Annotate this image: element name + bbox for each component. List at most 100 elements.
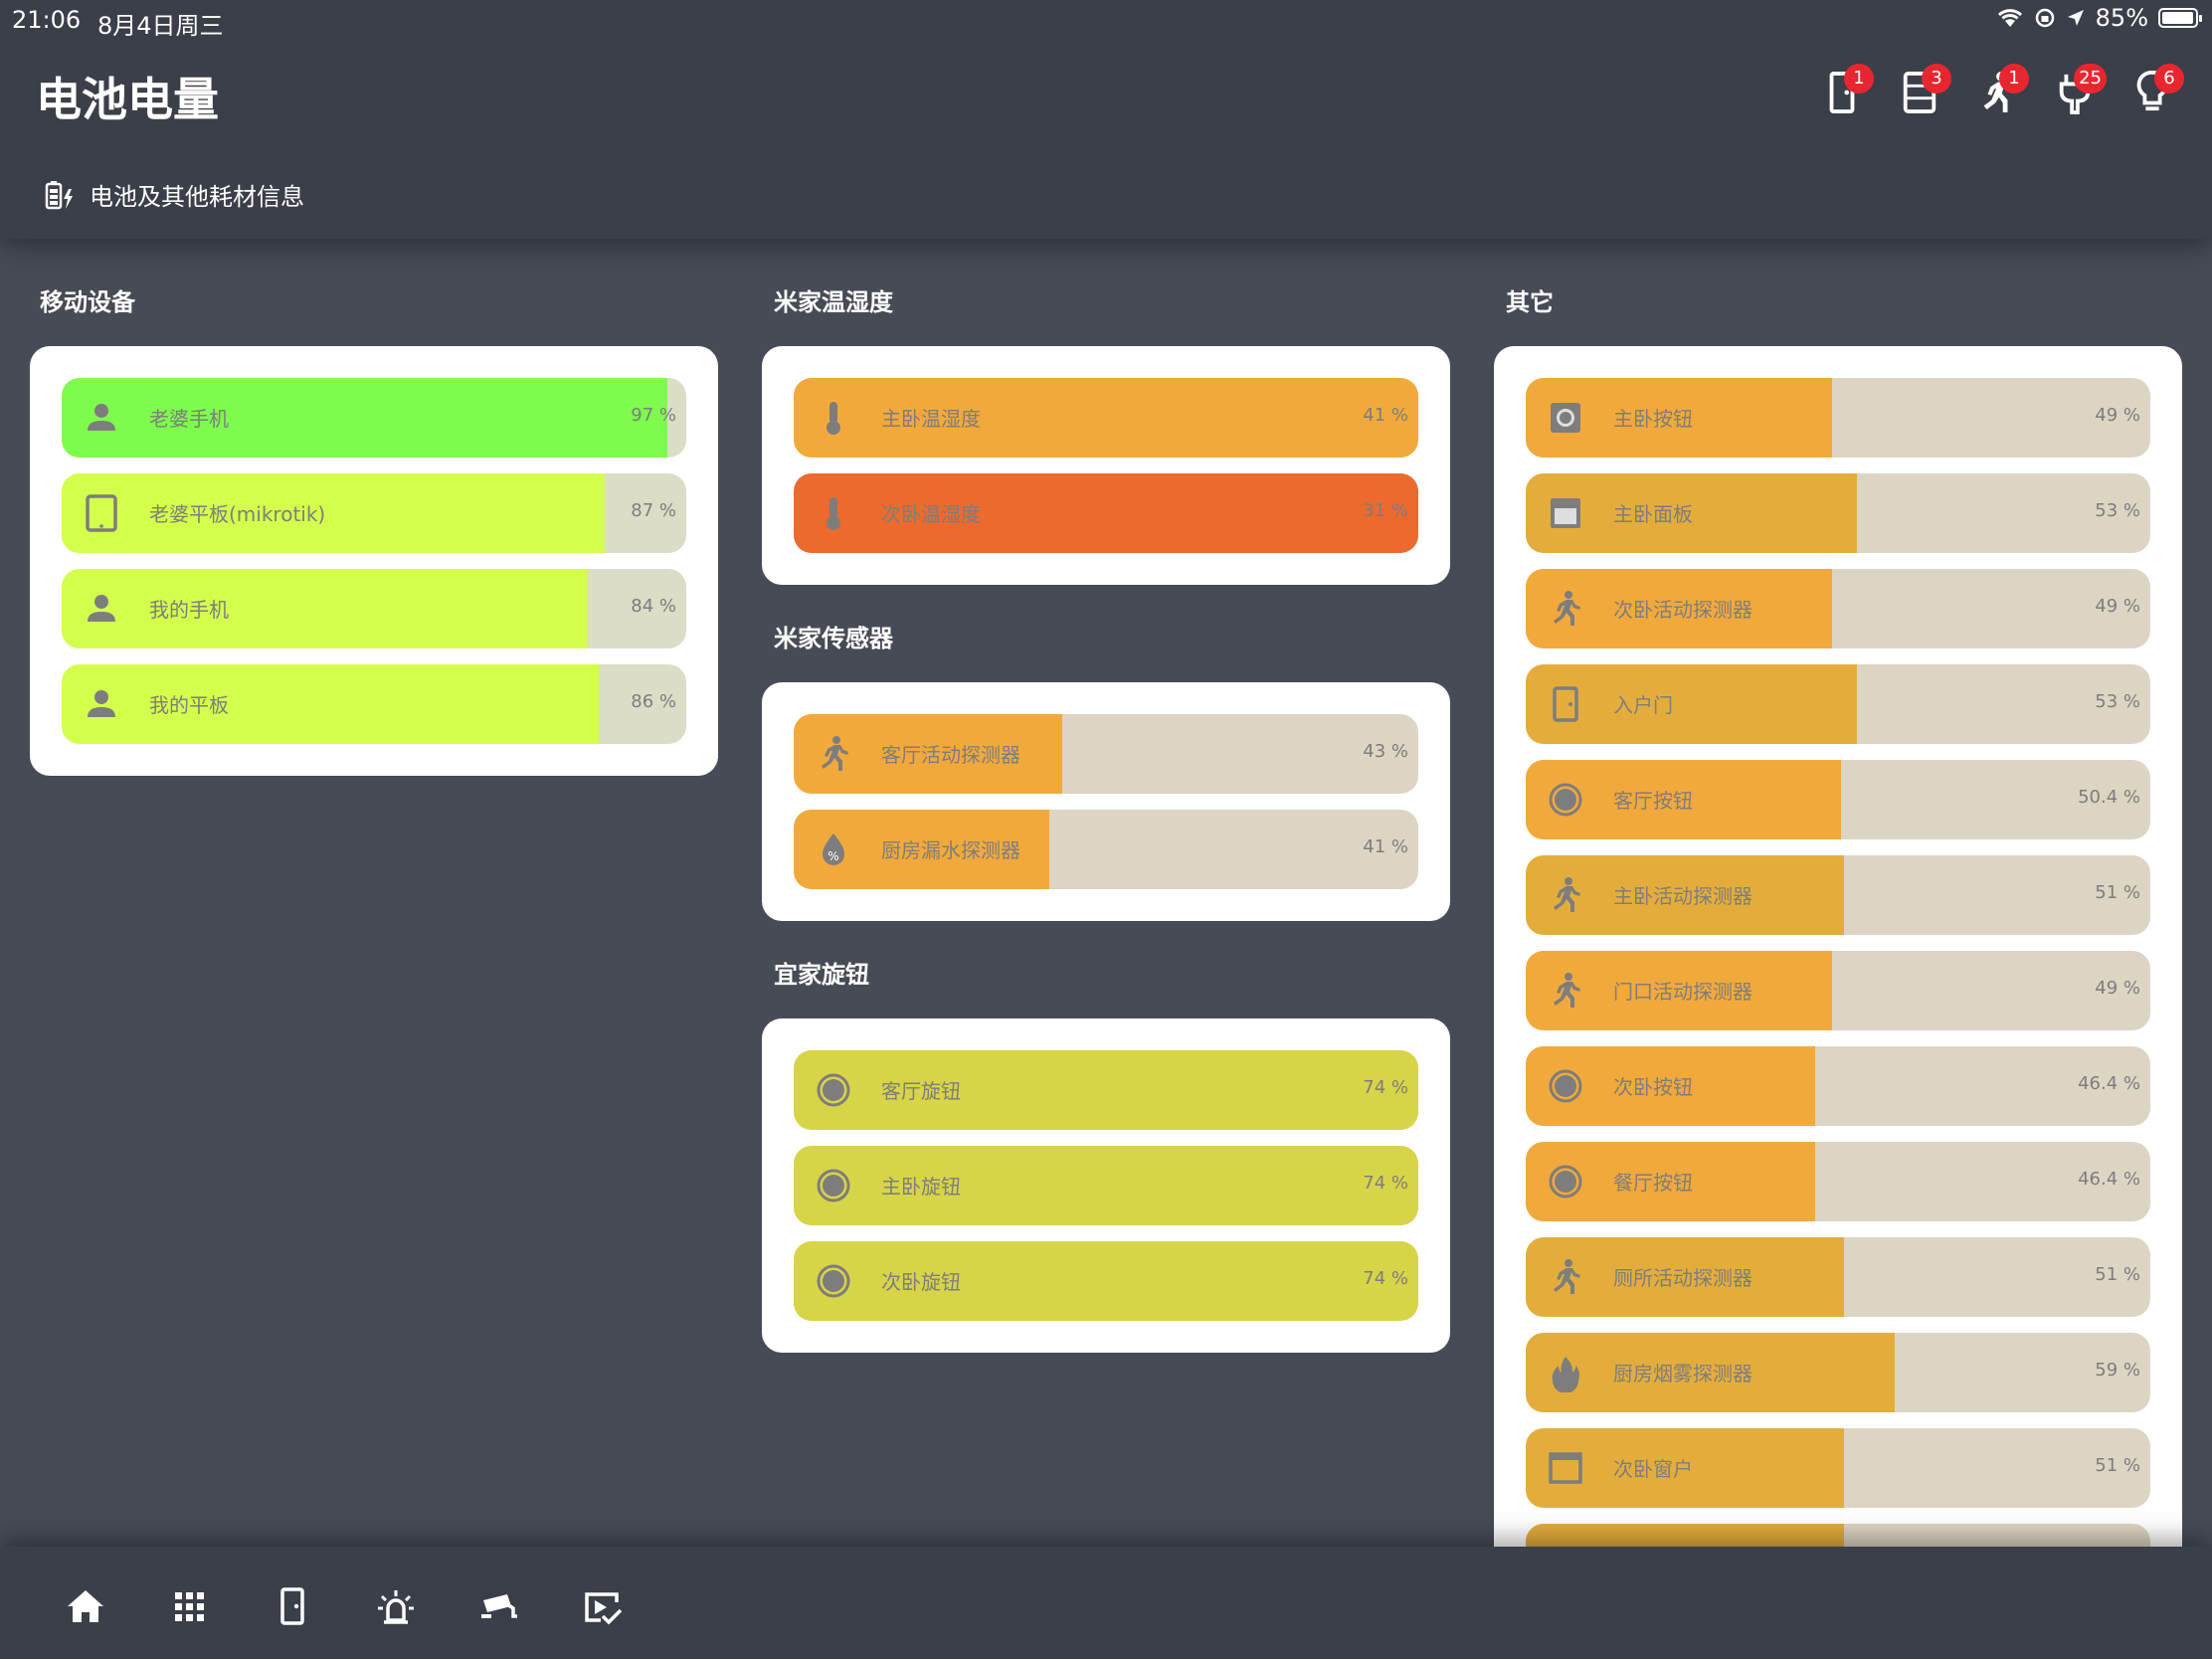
battery-percent-label: 97 % (631, 405, 676, 426)
header-door-sensor-button[interactable]: 1 (1822, 64, 1874, 117)
nav-grid-button[interactable] (167, 1584, 211, 1628)
battery-charging-icon (45, 180, 73, 209)
battery-level-bar (62, 569, 587, 648)
battery-icon (2158, 8, 2202, 28)
device-name: 我的手机 (149, 598, 229, 622)
battery-row[interactable]: 主卧按钮 49 % (1526, 378, 2150, 458)
section-title-yijia-knob: 宜家旋钮 (774, 961, 869, 989)
header-lightbulb-button[interactable]: 6 (2132, 64, 2184, 117)
battery-row[interactable]: 次卧旋钮 74 % (794, 1241, 1418, 1321)
battery-row[interactable]: 老婆手机 97 % (62, 378, 686, 458)
nav-checklist-button[interactable] (581, 1584, 625, 1628)
card-mijia-sensor: 客厅活动探测器 43 % % 厨房漏水探测器 41 % (762, 682, 1450, 921)
battery-percent-label: 87 % (631, 500, 676, 521)
battery-row[interactable]: 客厅按钮 50.4 % (1526, 760, 2150, 839)
knob-icon (814, 1166, 853, 1205)
battery-percent-label: 46.4 % (2078, 1073, 2140, 1094)
device-name: 主卧活动探测器 (1613, 884, 1752, 908)
battery-level-bar (62, 664, 600, 744)
nav-door-sensor-button[interactable] (271, 1584, 314, 1628)
alarm-light-icon (378, 1590, 414, 1624)
page-subtitle: 电池及其他耗材信息 (44, 177, 304, 212)
battery-row[interactable]: 次卧按钮 46.4 % (1526, 1046, 2150, 1126)
fire-icon (1546, 1353, 1585, 1393)
battery-row[interactable]: 我的平板 86 % (62, 664, 686, 744)
nav-home-button[interactable] (64, 1584, 107, 1628)
battery-percent-label: 50.4 % (2078, 787, 2140, 808)
grid-icon (175, 1592, 204, 1621)
battery-row[interactable]: 次卧活动探测器 49 % (1526, 569, 2150, 648)
header-motion-button[interactable]: 1 (1977, 64, 2029, 117)
battery-percent-label: 49 % (2095, 596, 2140, 617)
battery-percent-label: 84 % (631, 596, 676, 617)
device-name: 次卧旋钮 (881, 1270, 961, 1294)
battery-row[interactable]: 主卧活动探测器 51 % (1526, 855, 2150, 935)
battery-row[interactable]: 次卧窗户 51 % (1526, 1428, 2150, 1508)
battery-percent-label: 46.4 % (2078, 1169, 2140, 1190)
battery-percent-label: 49 % (2095, 978, 2140, 999)
notification-badge: 25 (2074, 64, 2107, 93)
device-name: 我的平板 (149, 693, 229, 717)
section-title-other: 其它 (1506, 288, 1554, 316)
device-name: 客厅旋钮 (881, 1079, 961, 1103)
battery-percent-label: 31 % (1363, 500, 1408, 521)
device-name: 次卧温湿度 (881, 502, 981, 526)
motion-icon (1546, 875, 1585, 915)
card-mobile: 老婆手机 97 % 老婆平板(mikrotik) 87 % 我的手机 84 % 我的平板 86… (30, 346, 718, 776)
thermometer-icon (814, 493, 853, 533)
battery-row[interactable]: 餐厅按钮 46.4 % (1526, 1142, 2150, 1221)
cctv-icon (481, 1594, 517, 1618)
round-button-icon (1546, 1066, 1585, 1106)
battery-percent-label: 51 % (2095, 882, 2140, 903)
subtitle-text: 电池及其他耗材信息 (90, 183, 304, 211)
battery-percent-label: 51 % (2095, 1264, 2140, 1285)
battery-percent-label: 74 % (1363, 1268, 1408, 1289)
battery-row[interactable]: % 厨房漏水探测器 41 % (794, 810, 1418, 889)
battery-row[interactable]: 厕所活动探测器 51 % (1526, 1237, 2150, 1317)
card-other: 主卧按钮 49 % 主卧面板 53 % 次卧活动探测器 49 % 入户门 53 % 客厅按钮 50… (1494, 346, 2182, 1603)
wifi-icon (1997, 9, 2022, 27)
motion-icon (1546, 971, 1585, 1011)
battery-level-bar (62, 473, 606, 553)
battery-row[interactable]: 客厅活动探测器 43 % (794, 714, 1418, 794)
bottom-nav-bar (0, 1547, 2212, 1659)
device-name: 次卧按钮 (1613, 1075, 1693, 1099)
nav-alarm-light-button[interactable] (374, 1584, 418, 1628)
device-name: 主卧温湿度 (881, 407, 981, 431)
battery-row[interactable]: 次卧温湿度 31 % (794, 473, 1418, 553)
motion-icon (1546, 589, 1585, 629)
device-name: 餐厅按钮 (1613, 1171, 1693, 1195)
svg-text:%: % (828, 849, 838, 863)
bottom-nav (64, 1584, 625, 1628)
battery-row[interactable]: 主卧面板 53 % (1526, 473, 2150, 553)
nav-cctv-button[interactable] (477, 1584, 521, 1628)
battery-percent-label: 74 % (1363, 1173, 1408, 1194)
motion-icon (1546, 1257, 1585, 1297)
header-panel-button[interactable]: 3 (1900, 64, 1951, 117)
home-icon (68, 1590, 103, 1622)
water-leak-icon: % (814, 830, 853, 869)
page-title: 电池电量 (36, 73, 219, 126)
device-name: 老婆平板(mikrotik) (149, 502, 326, 526)
section-title-mijia-temp: 米家温湿度 (774, 288, 893, 316)
battery-row[interactable]: 入户门 53 % (1526, 664, 2150, 744)
battery-percent-label: 86 % (631, 691, 676, 712)
device-name: 主卧按钮 (1613, 407, 1693, 431)
battery-row[interactable]: 主卧旋钮 74 % (794, 1146, 1418, 1225)
knob-icon (814, 1261, 853, 1301)
status-right: 85% (1996, 4, 2202, 32)
battery-row[interactable]: 主卧温湿度 41 % (794, 378, 1418, 458)
battery-percent-label: 41 % (1363, 405, 1408, 426)
battery-row[interactable]: 客厅旋钮 74 % (794, 1050, 1418, 1130)
status-time: 21:06 (12, 6, 82, 34)
status-bar: 21:06 8月4日周三 85% (0, 0, 2212, 40)
door-sensor-icon (1546, 684, 1585, 724)
battery-row[interactable]: 厨房烟雾探测器 59 % (1526, 1333, 2150, 1412)
device-name: 老婆手机 (149, 407, 229, 431)
device-name: 次卧活动探测器 (1613, 598, 1752, 622)
card-yijia-knob: 客厅旋钮 74 % 主卧旋钮 74 % 次卧旋钮 74 % (762, 1018, 1450, 1353)
battery-row[interactable]: 我的手机 84 % (62, 569, 686, 648)
battery-row[interactable]: 老婆平板(mikrotik) 87 % (62, 473, 686, 553)
header-plug-button[interactable]: 25 (2055, 64, 2107, 117)
battery-row[interactable]: 门口活动探测器 49 % (1526, 951, 2150, 1030)
